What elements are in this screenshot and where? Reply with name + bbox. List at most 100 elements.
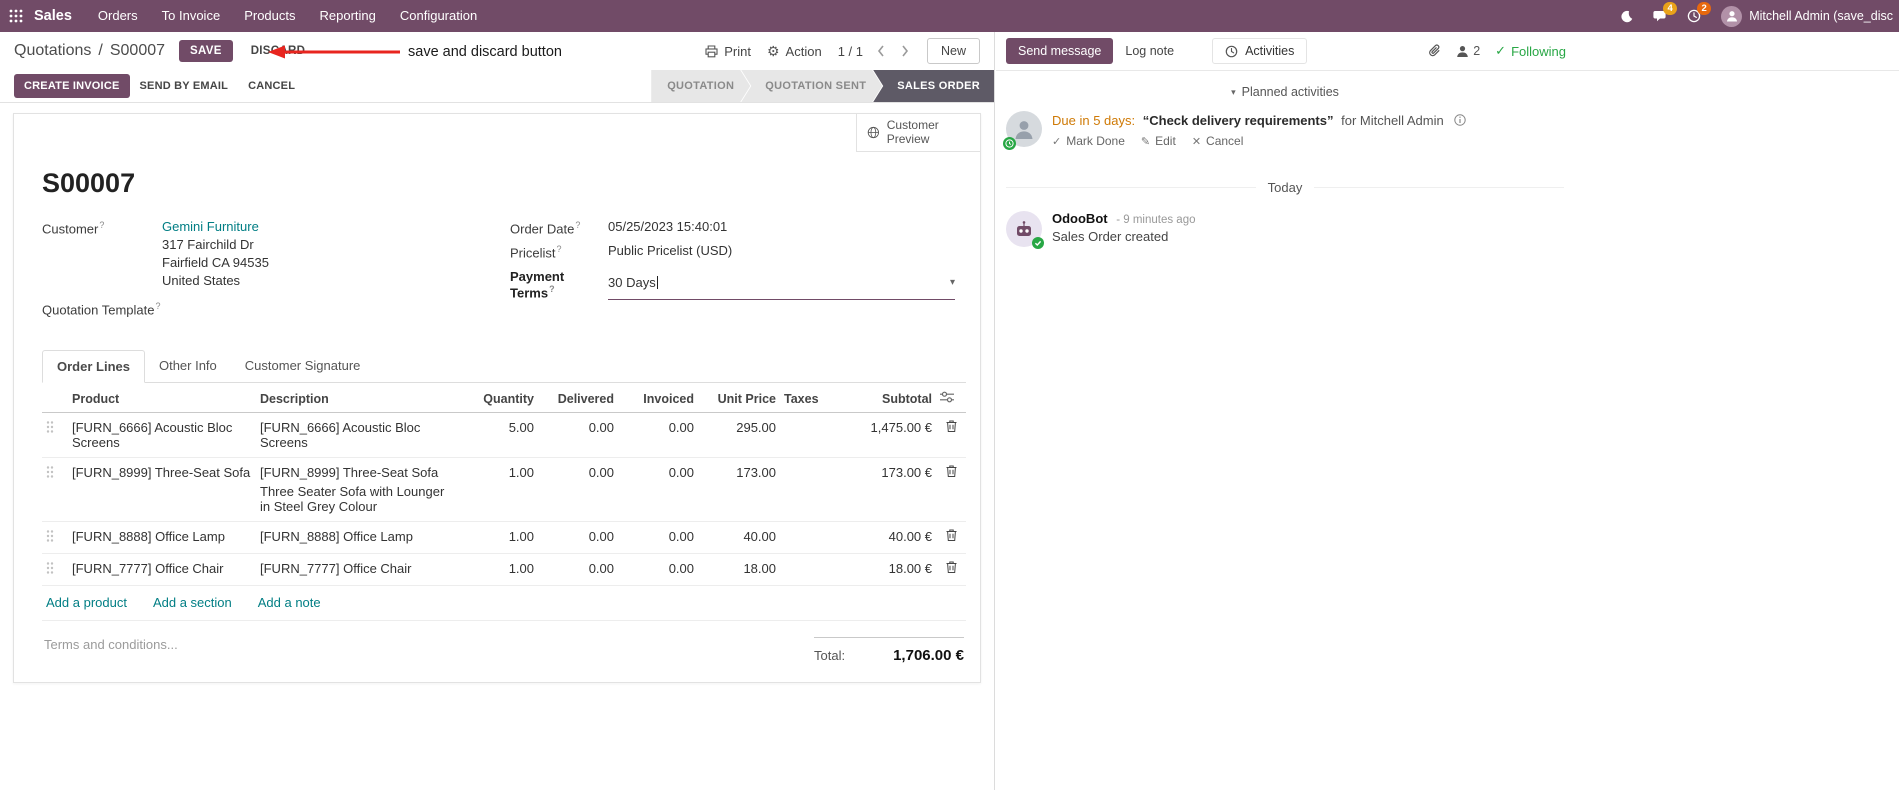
col-header-quantity[interactable]: Quantity [460,383,538,414]
cell-description[interactable]: [FURN_7777] Office Chair [256,553,460,587]
followers-button[interactable]: 2 [1456,44,1480,58]
attachment-paperclip-icon[interactable] [1428,44,1441,58]
cell-subtotal[interactable]: 1,475.00 € [836,412,936,459]
delete-row-icon[interactable] [940,561,957,576]
cell-unit-price[interactable]: 295.00 [698,412,780,459]
breadcrumb-quotations[interactable]: Quotations [14,42,91,60]
apps-grid-icon[interactable] [0,0,32,32]
cell-unit-price[interactable]: 40.00 [698,521,780,555]
cell-quantity[interactable]: 1.00 [460,553,538,587]
cell-invoiced[interactable]: 0.00 [618,553,698,587]
cell-quantity[interactable]: 5.00 [460,412,538,459]
message-author[interactable]: OdooBot [1052,211,1108,226]
payment-terms-input[interactable]: 30 Days ▾ [608,268,955,300]
optional-columns-icon[interactable] [936,383,966,414]
cell-unit-price[interactable]: 173.00 [698,457,780,523]
stage-sales-order[interactable]: SALES ORDER [873,70,994,102]
cancel-activity-button[interactable]: ✕ Cancel [1192,134,1244,148]
terms-placeholder[interactable]: Terms and conditions... [42,637,178,652]
info-icon[interactable] [1454,114,1467,129]
cell-quantity[interactable]: 1.00 [460,521,538,555]
delete-row-icon[interactable] [940,529,957,544]
delete-row-icon[interactable] [940,465,957,480]
action-button[interactable]: ⚙ Action [767,44,822,59]
col-header-product[interactable]: Product [68,383,256,414]
cell-description[interactable]: [FURN_8888] Office Lamp [256,521,460,555]
cell-delivered[interactable]: 0.00 [538,553,618,587]
user-menu[interactable]: Mitchell Admin (save_disc [1711,0,1899,32]
cell-invoiced[interactable]: 0.00 [618,457,698,523]
cell-quantity[interactable]: 1.00 [460,457,538,523]
print-button[interactable]: Print [705,44,751,59]
cell-taxes[interactable] [780,521,836,555]
nav-to-invoice[interactable]: To Invoice [150,0,233,32]
cell-invoiced[interactable]: 0.00 [618,412,698,459]
table-row[interactable]: [FURN_6666] Acoustic Bloc Screens [FURN_… [42,412,966,459]
nav-configuration[interactable]: Configuration [388,0,489,32]
col-header-subtotal[interactable]: Subtotal [836,383,936,414]
cancel-button[interactable]: CANCEL [238,74,305,98]
tab-other-info[interactable]: Other Info [145,350,231,382]
table-row[interactable]: [FURN_8888] Office Lamp [FURN_8888] Offi… [42,521,966,555]
cell-subtotal[interactable]: 173.00 € [836,457,936,523]
drag-handle-icon[interactable] [46,561,54,578]
cell-product[interactable]: [FURN_8888] Office Lamp [68,521,256,555]
send-message-button[interactable]: Send message [1006,38,1114,64]
table-row[interactable]: [FURN_7777] Office Chair [FURN_7777] Off… [42,553,966,587]
cell-invoiced[interactable]: 0.00 [618,521,698,555]
drag-handle-icon[interactable] [46,529,54,546]
stage-quotation-sent[interactable]: QUOTATION SENT [741,70,882,102]
messages-icon[interactable]: 4 [1643,0,1678,32]
customer-preview-button[interactable]: Customer Preview [856,114,980,152]
nav-orders[interactable]: Orders [86,0,150,32]
send-by-email-button[interactable]: SEND BY EMAIL [130,74,239,98]
new-button[interactable]: New [926,38,980,64]
cell-description[interactable]: [FURN_8999] Three-Seat Sofa Three Seater… [256,457,460,523]
planned-activities-header[interactable]: ▾ Planned activities [996,71,1574,107]
save-button[interactable]: SAVE [179,40,233,62]
col-header-taxes[interactable]: Taxes [780,383,836,414]
activities-clock-icon[interactable]: 2 [1677,0,1712,32]
log-note-button[interactable]: Log note [1113,38,1186,64]
dropdown-caret-icon[interactable]: ▾ [950,277,955,288]
nav-reporting[interactable]: Reporting [308,0,388,32]
following-button[interactable]: ✓ Following [1495,43,1566,59]
mark-done-button[interactable]: ✓ Mark Done [1052,134,1125,148]
cell-delivered[interactable]: 0.00 [538,457,618,523]
cell-delivered[interactable]: 0.00 [538,521,618,555]
add-note-link[interactable]: Add a note [258,595,321,610]
cell-taxes[interactable] [780,553,836,587]
nav-products[interactable]: Products [232,0,307,32]
order-date-value[interactable]: 05/25/2023 15:40:01 [608,219,727,236]
app-name[interactable]: Sales [34,8,72,24]
create-invoice-button[interactable]: CREATE INVOICE [14,74,130,98]
quotation-template-label[interactable]: Quotation Template? [42,300,161,317]
pager-next-button[interactable] [899,43,911,59]
col-header-unit-price[interactable]: Unit Price [698,383,780,414]
cell-product[interactable]: [FURN_8999] Three-Seat Sofa [68,457,256,523]
cell-subtotal[interactable]: 40.00 € [836,521,936,555]
pricelist-value[interactable]: Public Pricelist (USD) [608,243,732,260]
customer-link[interactable]: Gemini Furniture [162,219,259,234]
cell-subtotal[interactable]: 18.00 € [836,553,936,587]
drag-handle-icon[interactable] [46,465,54,482]
cell-taxes[interactable] [780,412,836,459]
cell-delivered[interactable]: 0.00 [538,412,618,459]
col-header-invoiced[interactable]: Invoiced [618,383,698,414]
activities-button[interactable]: Activities [1212,38,1308,64]
discard-button[interactable]: DISCARD [241,40,316,62]
cell-description[interactable]: [FURN_6666] Acoustic Bloc Screens [256,412,460,459]
pager-previous-button[interactable] [875,43,887,59]
edit-activity-button[interactable]: ✎ Edit [1141,134,1176,148]
moon-icon[interactable] [1609,0,1643,32]
table-row[interactable]: [FURN_8999] Three-Seat Sofa [FURN_8999] … [42,457,966,523]
cell-product[interactable]: [FURN_7777] Office Chair [68,553,256,587]
col-header-delivered[interactable]: Delivered [538,383,618,414]
stage-quotation[interactable]: QUOTATION [651,70,750,102]
add-section-link[interactable]: Add a section [153,595,232,610]
drag-handle-icon[interactable] [46,420,54,437]
tab-customer-signature[interactable]: Customer Signature [231,350,375,382]
col-header-description[interactable]: Description [256,383,460,414]
cell-unit-price[interactable]: 18.00 [698,553,780,587]
tab-order-lines[interactable]: Order Lines [42,350,145,384]
